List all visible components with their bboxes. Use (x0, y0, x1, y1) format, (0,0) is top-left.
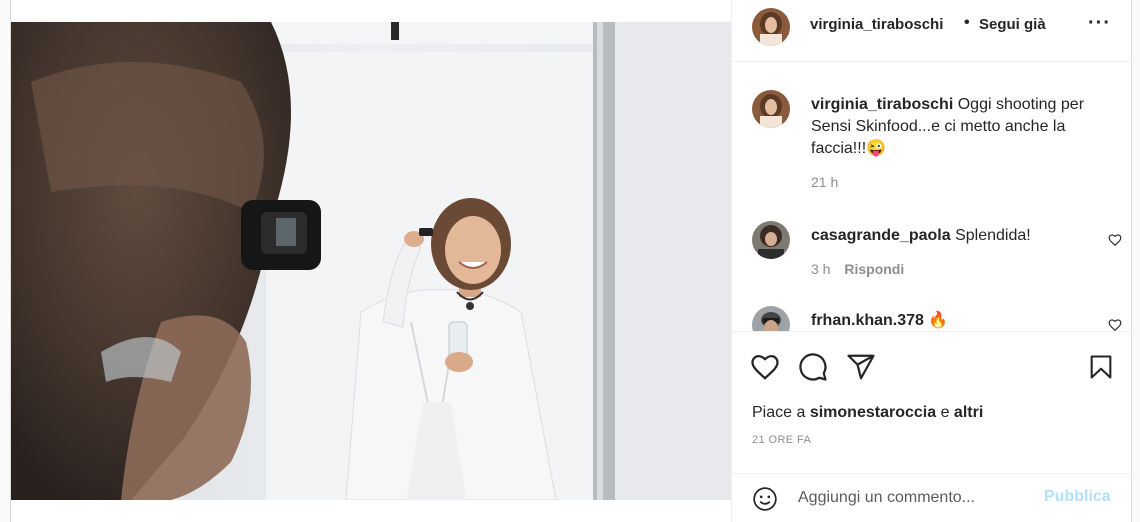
comment-username[interactable]: casagrande_paola (811, 227, 951, 244)
likes-prefix: Piace a (752, 404, 806, 421)
post-timestamp[interactable]: 21 ORE FA (752, 434, 811, 446)
comment-avatar[interactable] (752, 306, 790, 331)
author-username[interactable]: virginia_tiraboschi (810, 16, 943, 33)
avatar-image (752, 306, 790, 331)
comment-username[interactable]: frhan.khan.378 (811, 312, 924, 329)
likes-summary: Piace a simonestaroccia e altri (752, 404, 983, 422)
avatar-image (752, 221, 790, 259)
instagram-post: virginia_tiraboschi • Segui già ··· virg… (10, 0, 1133, 522)
comment-avatar[interactable] (752, 221, 790, 259)
avatar-image (752, 8, 790, 46)
comment-text: casagrande_paola Splendida! (811, 225, 1101, 247)
caption-meta: 21 h (811, 174, 838, 190)
photoshoot-image (11, 22, 731, 500)
comments-list[interactable]: virginia_tiraboschi Oggi shooting per Se… (732, 63, 1133, 331)
comment-meta: 3 h Rispondi (811, 261, 904, 277)
paper-plane-icon[interactable] (846, 352, 876, 382)
fire-emoji: 🔥 (928, 312, 949, 329)
comment-text: frhan.khan.378 🔥 (811, 310, 1101, 331)
comment-heart-icon[interactable] (1108, 318, 1122, 331)
post-header: virginia_tiraboschi • Segui già ··· (732, 0, 1133, 62)
caption-avatar[interactable] (752, 90, 790, 128)
action-section: Piace a simonestaroccia e altri 21 ORE F… (732, 331, 1133, 521)
caption-time[interactable]: 21 h (811, 174, 838, 190)
more-dots-icon[interactable]: ··· (1088, 12, 1111, 35)
bookmark-icon[interactable] (1087, 352, 1115, 382)
caption-username[interactable]: virginia_tiraboschi (811, 96, 953, 113)
smiley-icon[interactable] (752, 486, 778, 512)
heart-icon[interactable] (750, 352, 780, 382)
publish-button[interactable]: Pubblica (1044, 488, 1111, 506)
add-comment-bar: Pubblica (732, 473, 1133, 522)
likes-others-link[interactable]: altri (954, 404, 983, 421)
comment-input[interactable] (798, 484, 1038, 512)
winking-face-emoji: 😜 (866, 140, 887, 157)
post-side-panel: virginia_tiraboschi • Segui già ··· virg… (731, 0, 1133, 522)
author-avatar[interactable] (752, 8, 790, 46)
comment-bubble-icon[interactable] (798, 352, 828, 382)
post-photo[interactable] (11, 22, 731, 500)
following-button[interactable]: Segui già (979, 16, 1046, 33)
likes-conj: e (940, 404, 950, 421)
likes-user-link[interactable]: simonestaroccia (810, 404, 936, 421)
caption-text: virginia_tiraboschi Oggi shooting per Se… (811, 94, 1101, 160)
comment-time[interactable]: 3 h (811, 261, 830, 277)
avatar-image (752, 90, 790, 128)
separator-dot: • (964, 14, 970, 31)
reply-button[interactable]: Rispondi (844, 261, 904, 277)
comment-heart-icon[interactable] (1108, 233, 1122, 247)
comment-body: Splendida! (955, 227, 1031, 244)
